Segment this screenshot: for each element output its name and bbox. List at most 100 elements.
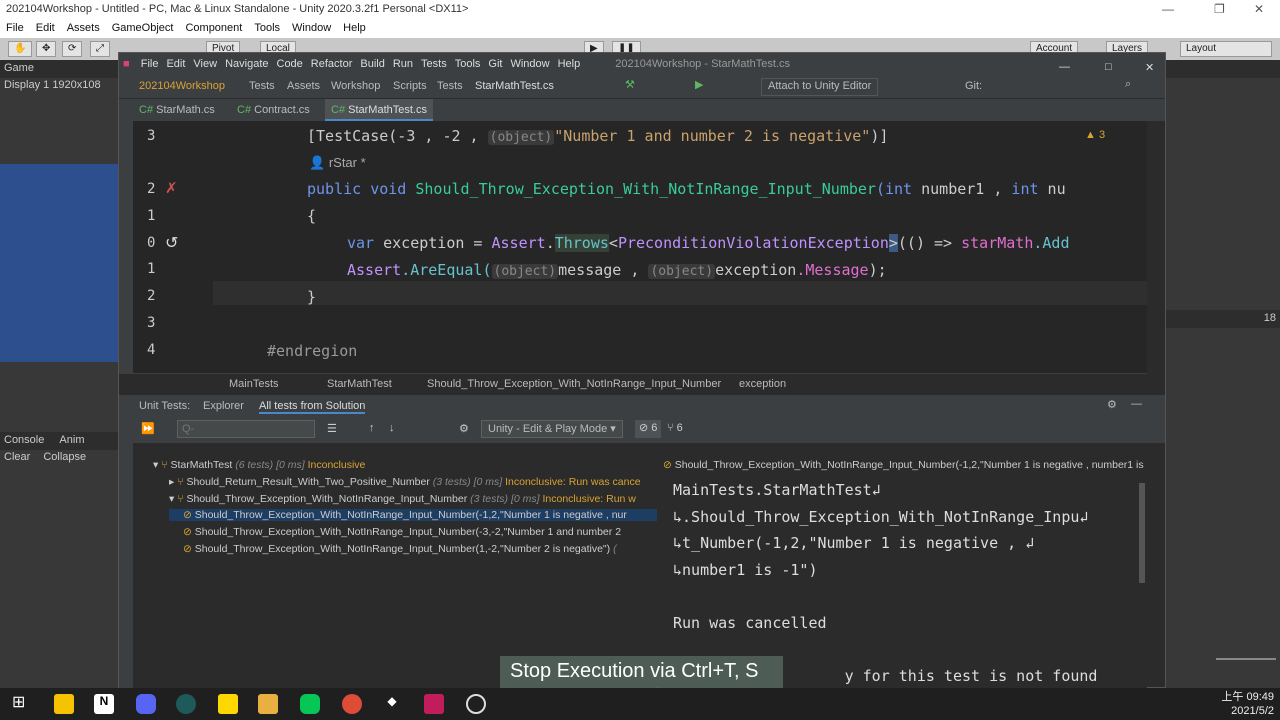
layout-dropdown[interactable]: Layout bbox=[1180, 41, 1272, 57]
line-icon[interactable] bbox=[300, 694, 320, 714]
rider-menu-git[interactable]: Git bbox=[484, 53, 506, 70]
system-clock[interactable]: 上午 09:49 2021/5/2 bbox=[1221, 690, 1274, 718]
menu-assets[interactable]: Assets bbox=[61, 20, 106, 34]
inconclusive-filter[interactable]: ⊘ 6 bbox=[635, 420, 662, 438]
rider-menu-run[interactable]: Run bbox=[389, 53, 417, 70]
tab-contract[interactable]: C# Contract.cs bbox=[231, 99, 316, 121]
next-icon[interactable]: ↓ bbox=[389, 422, 395, 434]
build-icon[interactable]: ⚒ bbox=[625, 78, 635, 91]
path-crumb-4[interactable]: Scripts bbox=[393, 80, 427, 92]
rider-menu-refactor[interactable]: Refactor bbox=[307, 53, 357, 70]
tree-row-test-group[interactable]: ▾ ⑂ Should_Throw_Exception_With_NotInRan… bbox=[169, 493, 657, 505]
menu-edit[interactable]: Edit bbox=[30, 20, 61, 34]
code-line-brace-close: } bbox=[307, 288, 317, 306]
scale-tool-icon[interactable]: ⤢ bbox=[90, 41, 110, 57]
clock-time: 上午 09:49 bbox=[1221, 691, 1274, 703]
rider-menu-help[interactable]: Help bbox=[554, 53, 585, 70]
tab-label: StarMathTest.cs bbox=[348, 104, 427, 116]
rider-close-icon[interactable]: ✕ bbox=[1141, 56, 1158, 74]
move-tool-icon[interactable]: ✥ bbox=[36, 41, 57, 57]
rider-menu-file[interactable]: File bbox=[137, 53, 163, 70]
unity-title-bar: 202104Workshop - Untitled - PC, Mac & Li… bbox=[0, 0, 1280, 20]
gitkraken-icon[interactable] bbox=[176, 694, 196, 714]
rider-menu-edit[interactable]: Edit bbox=[162, 53, 189, 70]
project-crumb[interactable]: 202104Workshop bbox=[139, 80, 225, 92]
windows-start-icon[interactable]: ⊞ bbox=[12, 692, 32, 712]
tree-row-test-case[interactable]: ⊘ Should_Throw_Exception_With_NotInRange… bbox=[169, 509, 657, 521]
session-tab[interactable]: All tests from Solution bbox=[259, 400, 366, 414]
explorer-tab[interactable]: Explorer bbox=[203, 400, 244, 412]
menu-component[interactable]: Component bbox=[179, 20, 248, 34]
unity-icon[interactable]: ◆ bbox=[382, 694, 402, 714]
unity-right-panel: 18 bbox=[1166, 60, 1280, 688]
rider-menu-build[interactable]: Build bbox=[356, 53, 388, 70]
display-select[interactable]: Display 1 bbox=[4, 79, 49, 91]
output-scrollbar[interactable] bbox=[1139, 483, 1145, 583]
revert-icon[interactable]: ↺ bbox=[165, 233, 178, 253]
clear-button[interactable]: Clear bbox=[4, 451, 30, 463]
path-crumb-2[interactable]: Assets bbox=[287, 80, 320, 92]
note-app-icon[interactable] bbox=[218, 694, 238, 714]
resolution-select[interactable]: 1920x108 bbox=[52, 79, 100, 91]
attach-unity-dropdown[interactable]: Attach to Unity Editor bbox=[761, 78, 879, 96]
path-crumb-1[interactable]: Tests bbox=[249, 80, 275, 92]
expand-all-icon[interactable]: ☰ bbox=[327, 422, 337, 435]
mode-dropdown[interactable]: Unity - Edit & Play Mode ▾ bbox=[481, 420, 623, 438]
sticky-notes-icon[interactable] bbox=[54, 694, 74, 714]
crumb-starmathtest[interactable]: StarMathTest bbox=[327, 378, 392, 390]
rider-menu-view[interactable]: View bbox=[189, 53, 221, 70]
menu-gameobject[interactable]: GameObject bbox=[106, 20, 180, 34]
tree-row-test-case[interactable]: ⊘ Should_Throw_Exception_With_NotInRange… bbox=[183, 526, 657, 538]
rider-menu-tests[interactable]: Tests bbox=[417, 53, 451, 70]
tree-row-class[interactable]: ▾ ⑂ StarMathTest (6 tests) [0 ms] Inconc… bbox=[153, 459, 365, 471]
menu-help[interactable]: Help bbox=[337, 20, 372, 34]
path-crumb-5[interactable]: Tests bbox=[437, 80, 463, 92]
zoom-slider[interactable] bbox=[1216, 658, 1276, 660]
test-search-input[interactable] bbox=[177, 420, 315, 438]
test-settings-icon[interactable]: ⚙ bbox=[459, 422, 469, 435]
rotate-tool-icon[interactable]: ⟳ bbox=[62, 41, 83, 57]
tab-starmath[interactable]: C# StarMath.cs bbox=[133, 99, 221, 121]
hide-panel-icon[interactable]: — bbox=[1131, 398, 1142, 410]
crumb-method[interactable]: Should_Throw_Exception_With_NotInRange_I… bbox=[427, 378, 721, 390]
menu-tools[interactable]: Tools bbox=[248, 20, 286, 34]
menu-file[interactable]: File bbox=[0, 20, 30, 34]
run-icon[interactable]: ▶ bbox=[695, 78, 703, 91]
tree-row-test-case[interactable]: ⊘ Should_Throw_Exception_With_NotInRange… bbox=[183, 543, 657, 555]
animation-tab[interactable]: Anim bbox=[59, 434, 84, 446]
tree-row-test-group[interactable]: ▸ ⑂ Should_Return_Result_With_Two_Positi… bbox=[169, 476, 657, 488]
menu-window[interactable]: Window bbox=[286, 20, 337, 34]
close-icon[interactable]: ✕ bbox=[1254, 2, 1264, 16]
maximize-icon[interactable]: ❐ bbox=[1214, 2, 1225, 16]
notion-icon[interactable]: N bbox=[94, 694, 114, 714]
crumb-exception[interactable]: exception bbox=[739, 378, 786, 390]
test-status-icon[interactable]: ✗ bbox=[165, 179, 178, 197]
rider-menu-code[interactable]: Code bbox=[273, 53, 307, 70]
path-crumb-3[interactable]: Workshop bbox=[331, 80, 380, 92]
discord-icon[interactable] bbox=[136, 694, 156, 714]
collapse-button[interactable]: Collapse bbox=[43, 451, 86, 463]
rider-icon[interactable] bbox=[424, 694, 444, 714]
prev-icon[interactable]: ↑ bbox=[369, 422, 375, 434]
tab-starmathtest[interactable]: C# StarMathTest.cs bbox=[325, 99, 433, 121]
hand-tool-icon[interactable]: ✋ bbox=[8, 41, 33, 57]
rider-maximize-icon[interactable]: □ bbox=[1101, 56, 1116, 73]
crumb-maintests[interactable]: MainTests bbox=[229, 378, 279, 390]
minimize-icon[interactable]: — bbox=[1162, 2, 1174, 16]
problems-indicator[interactable]: ▲ 3 bbox=[1085, 129, 1105, 141]
rider-menu-window[interactable]: Window bbox=[506, 53, 553, 70]
game-tab[interactable]: Game bbox=[4, 62, 34, 74]
console-tab[interactable]: Console bbox=[4, 434, 44, 446]
settings-gear-icon[interactable]: ⚙ bbox=[1107, 398, 1117, 411]
game-view[interactable] bbox=[0, 164, 118, 362]
rider-menu-navigate[interactable]: Navigate bbox=[221, 53, 272, 70]
file-explorer-icon[interactable] bbox=[258, 694, 278, 714]
search-icon[interactable]: ⌕ bbox=[1125, 78, 1131, 91]
rider-minimize-icon[interactable]: — bbox=[1055, 56, 1074, 73]
file-crumb[interactable]: StarMathTest.cs bbox=[475, 80, 554, 92]
line-number: 3 bbox=[147, 315, 156, 331]
obs-icon[interactable] bbox=[466, 694, 486, 714]
total-filter[interactable]: ⑂ 6 bbox=[667, 422, 683, 434]
rider-menu-tools[interactable]: Tools bbox=[451, 53, 485, 70]
chrome-icon[interactable] bbox=[342, 694, 362, 714]
